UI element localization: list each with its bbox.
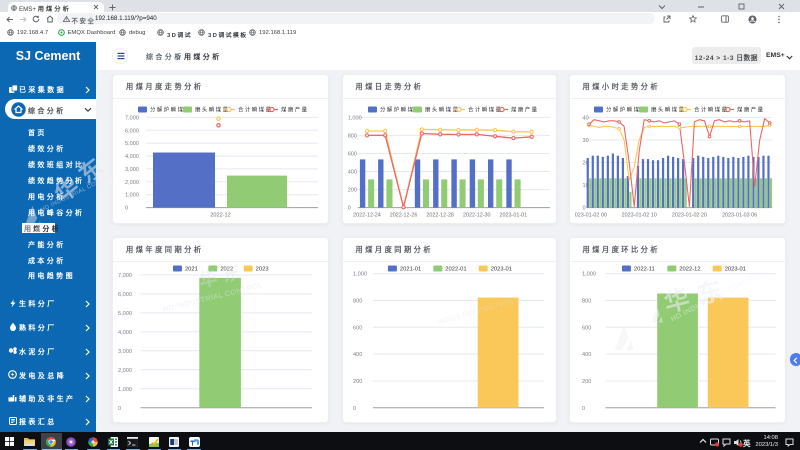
svg-text:0: 0 [353, 406, 356, 412]
svg-text:1,000: 1,000 [118, 387, 132, 393]
svg-text:40: 40 [582, 115, 588, 121]
svg-text:1,000: 1,000 [582, 272, 596, 278]
svg-text:600: 600 [582, 325, 591, 331]
svg-text:6,000: 6,000 [118, 292, 132, 298]
svg-text:800: 800 [353, 298, 362, 304]
svg-text:0: 0 [347, 206, 350, 212]
svg-text:0: 0 [118, 406, 121, 412]
svg-text:2021: 2021 [185, 267, 198, 273]
svg-text:400: 400 [353, 352, 362, 358]
svg-text:3,000: 3,000 [118, 349, 132, 355]
svg-text:1,000: 1,000 [125, 193, 139, 199]
svg-text:400: 400 [347, 170, 356, 176]
svg-text:0: 0 [582, 206, 585, 212]
svg-text:200: 200 [347, 188, 356, 194]
svg-text:2022-12-26: 2022-12-26 [389, 213, 417, 219]
svg-text:5,000: 5,000 [118, 311, 132, 317]
svg-text:600: 600 [347, 151, 356, 157]
svg-text:2,000: 2,000 [118, 368, 132, 374]
svg-text:200: 200 [353, 379, 362, 385]
svg-text:400: 400 [582, 352, 591, 358]
svg-text:2022-12-30: 2022-12-30 [462, 213, 490, 219]
svg-text:30: 30 [582, 138, 588, 144]
svg-text:煤磨产量: 煤磨产量 [281, 106, 309, 114]
svg-text:1,000: 1,000 [353, 272, 367, 278]
svg-text:800: 800 [347, 133, 356, 139]
svg-text:200: 200 [582, 379, 591, 385]
svg-text:4,000: 4,000 [118, 330, 132, 336]
svg-text:2023: 2023 [256, 267, 269, 273]
svg-text:煤磨产量: 煤磨产量 [737, 106, 765, 114]
svg-text:2023-01-02 20: 2023-01-02 20 [671, 213, 706, 219]
svg-text:2022-01: 2022-01 [445, 267, 466, 273]
svg-text:0: 0 [125, 206, 128, 212]
svg-text:2023-01: 2023-01 [724, 267, 745, 273]
svg-text:2022-12-24: 2022-12-24 [353, 213, 381, 219]
svg-text:5,000: 5,000 [125, 141, 139, 147]
svg-text:2,000: 2,000 [125, 180, 139, 186]
svg-text:煤磨产量: 煤磨产量 [511, 106, 539, 114]
svg-text:2023-01-03 06: 2023-01-03 06 [722, 213, 757, 219]
svg-text:6,000: 6,000 [125, 128, 139, 134]
svg-text:2022-11: 2022-11 [633, 267, 654, 273]
svg-text:023-01-02 00: 023-01-02 00 [574, 213, 606, 219]
svg-text:800: 800 [582, 298, 591, 304]
svg-text:2023-01: 2023-01 [490, 267, 511, 273]
svg-text:7,000: 7,000 [118, 273, 132, 279]
svg-text:3,000: 3,000 [125, 167, 139, 173]
svg-text:2023-01-01: 2023-01-01 [499, 213, 527, 219]
svg-text:2022: 2022 [220, 267, 233, 273]
svg-text:4,000: 4,000 [125, 154, 139, 160]
svg-text:2023-01-02 10: 2023-01-02 10 [621, 213, 656, 219]
svg-text:2022-12-28: 2022-12-28 [426, 213, 454, 219]
svg-text:7,000: 7,000 [125, 115, 139, 121]
svg-text:2021-01: 2021-01 [399, 267, 420, 273]
svg-text:2022-12: 2022-12 [679, 267, 700, 273]
svg-text:600: 600 [353, 325, 362, 331]
svg-text:1,000: 1,000 [347, 115, 361, 121]
svg-text:2022-12: 2022-12 [210, 213, 231, 219]
svg-text:0: 0 [582, 406, 585, 412]
